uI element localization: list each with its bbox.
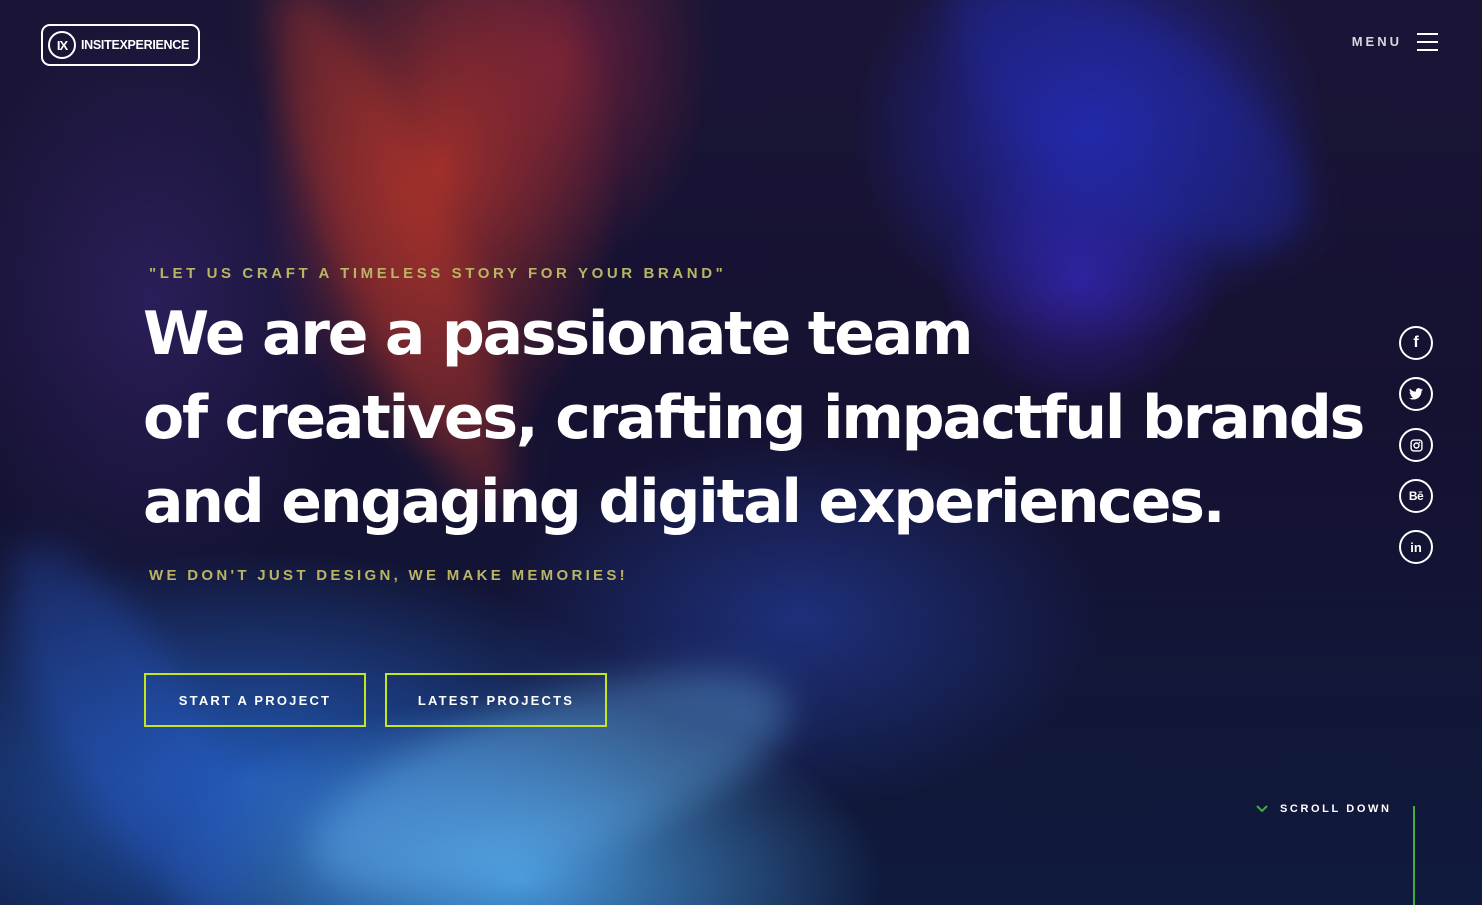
menu-label: MENU: [1351, 33, 1402, 49]
twitter-icon[interactable]: [1399, 377, 1433, 411]
site-logo[interactable]: IX INSITEXPERIENCE: [41, 24, 200, 66]
linkedin-icon[interactable]: in: [1399, 530, 1433, 564]
menu-button[interactable]: MENU: [1352, 31, 1438, 51]
headline-line: of creatives, crafting impactful brands: [143, 383, 1365, 453]
instagram-icon[interactable]: [1399, 428, 1433, 462]
headline-line: and engaging digital experiences.: [143, 467, 1226, 537]
chevron-down-icon: [1256, 805, 1268, 813]
latest-projects-button[interactable]: LATEST PROJECTS: [385, 673, 607, 727]
social-links: f Bē in: [1399, 326, 1433, 581]
logo-text: INSITEXPERIENCE: [81, 38, 190, 52]
behance-glyph: Bē: [1408, 489, 1424, 503]
logo-mark: IX: [48, 31, 76, 59]
facebook-icon[interactable]: f: [1399, 326, 1433, 360]
headline-line: We are a passionate team: [143, 299, 974, 369]
background-fold: [906, 0, 1354, 305]
instagram-camera-glyph: [1409, 438, 1423, 452]
scroll-down-link[interactable]: SCROLL DOWN: [1254, 801, 1392, 817]
hero-tagline: "LET US CRAFT A TIMELESS STORY FOR YOUR …: [149, 265, 727, 282]
scroll-indicator-line: [1413, 806, 1415, 905]
hero-subline: WE DON'T JUST DESIGN, WE MAKE MEMORIES!: [149, 567, 628, 584]
behance-icon[interactable]: Bē: [1399, 479, 1433, 513]
hamburger-icon: [1417, 31, 1438, 51]
twitter-bird-glyph: [1409, 388, 1423, 400]
hero-headline: We are a passionate team of creatives, c…: [143, 292, 1365, 544]
start-project-button[interactable]: START A PROJECT: [144, 673, 366, 727]
facebook-glyph: f: [1413, 334, 1419, 351]
linkedin-glyph: in: [1410, 539, 1422, 555]
hero-section: IX INSITEXPERIENCE MENU "LET US CRAFT A …: [0, 0, 1482, 905]
scroll-down-label: SCROLL DOWN: [1280, 803, 1392, 815]
background-fold: [287, 626, 813, 905]
